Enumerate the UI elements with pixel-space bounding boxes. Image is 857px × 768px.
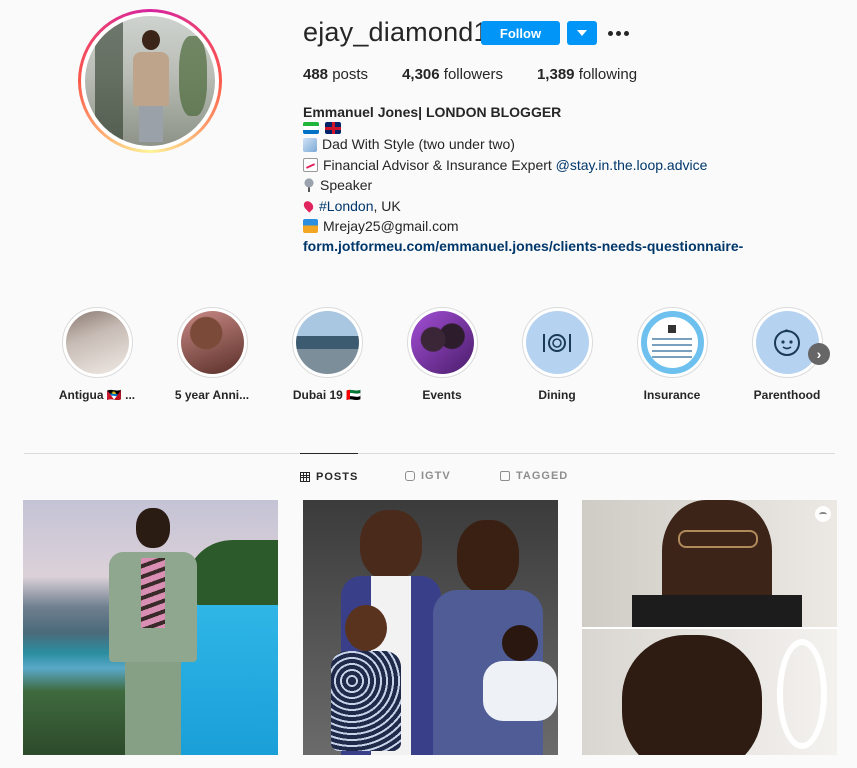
baby-face-icon xyxy=(773,328,801,356)
followers-count-value: 4,306 xyxy=(402,66,440,83)
bio-website-link[interactable]: form.jotformeu.com/emmanuel.jones/client… xyxy=(303,236,843,256)
tab-posts-label: POSTS xyxy=(316,470,359,483)
bio-full-name: Emmanuel Jones| LONDON BLOGGER xyxy=(303,104,562,120)
bio-line-location: #London , UK xyxy=(301,196,843,216)
baby-bottle-icon xyxy=(303,137,317,152)
highlight-cover xyxy=(755,311,819,374)
highlight-insurance[interactable]: Insurance xyxy=(617,307,727,402)
followers-count-label: followers xyxy=(443,66,503,83)
microphone-icon xyxy=(303,178,315,193)
profile-stats: 488 posts 4,306 followers 1,389 followin… xyxy=(303,66,671,83)
bio-dad-text: Dad With Style (two under two) xyxy=(322,136,515,153)
posts-count: 488 posts xyxy=(303,66,368,83)
sierra-leone-flag-icon xyxy=(303,122,319,135)
grid-icon xyxy=(300,471,310,482)
profile-username: ejay_diamond1 xyxy=(303,17,489,47)
avatar-photo xyxy=(85,16,215,146)
highlight-label: 5 year Anni... xyxy=(174,388,250,402)
bio-line-email: Mrejay25@gmail.com xyxy=(303,216,843,236)
chevron-right-icon: › xyxy=(816,346,822,362)
highlight-label: Insurance xyxy=(643,388,701,402)
plate-cutlery-icon xyxy=(543,333,571,352)
follow-button[interactable]: Follow xyxy=(481,21,560,45)
highlight-cover xyxy=(295,311,359,374)
post-thumbnail[interactable] xyxy=(303,500,558,755)
highlight-cover xyxy=(180,311,244,374)
highlight-anniversary[interactable]: 5 year Anni... xyxy=(157,307,267,402)
bio-location-text: , UK xyxy=(373,197,401,214)
highlight-cover xyxy=(65,311,129,374)
more-options-button[interactable] xyxy=(608,23,629,43)
bio-flags xyxy=(303,122,843,135)
post-thumbnail[interactable] xyxy=(23,500,278,755)
story-highlights: Antigua 🇦🇬 ... 5 year Anni... Dubai 19 🇦… xyxy=(0,307,857,407)
chart-increasing-icon xyxy=(303,158,318,173)
highlight-antigua[interactable]: Antigua 🇦🇬 ... xyxy=(42,307,152,402)
highlight-dubai[interactable]: Dubai 19 🇦🇪 xyxy=(272,307,382,402)
bio-line-financial: Financial Advisor & Insurance Expert @st… xyxy=(303,155,843,175)
bio-financial-text: Financial Advisor & Insurance Expert xyxy=(323,156,556,173)
highlight-label: Parenthood xyxy=(753,388,821,402)
highlight-cover xyxy=(640,311,704,374)
tab-tagged[interactable]: TAGGED xyxy=(500,453,568,499)
following-count-value: 1,389 xyxy=(536,66,575,83)
bio-line-speaker: Speaker xyxy=(303,175,843,195)
highlights-next-button[interactable]: › xyxy=(808,343,830,365)
highlight-cover xyxy=(410,311,474,374)
avatar-border xyxy=(81,12,219,150)
bio-mention-link[interactable]: @stay.in.the.loop.advice xyxy=(556,155,708,175)
igtv-icon xyxy=(405,471,415,481)
tab-posts[interactable]: POSTS xyxy=(300,453,359,499)
following-count[interactable]: 1,389 following xyxy=(537,66,637,83)
more-options-icon xyxy=(608,30,613,36)
posts-count-label: posts xyxy=(332,66,369,83)
tagged-icon xyxy=(500,471,510,481)
bio-hashtag-link[interactable]: #London xyxy=(319,196,374,216)
highlight-events[interactable]: Events xyxy=(387,307,497,402)
tab-tagged-label: TAGGED xyxy=(516,470,569,482)
highlight-label: Dining xyxy=(538,388,576,402)
bio-email-text: Mrejay25@gmail.com xyxy=(323,218,459,235)
highlight-label: Dubai 19 🇦🇪 xyxy=(292,388,362,402)
tab-igtv-label: IGTV xyxy=(421,470,451,482)
following-count-label: following xyxy=(578,66,638,83)
bio-speaker-text: Speaker xyxy=(320,177,373,194)
location-pin-icon xyxy=(301,199,316,213)
posts-count-value: 488 xyxy=(303,66,329,83)
profile-tabs: POSTS IGTV TAGGED xyxy=(0,453,857,499)
profile-bio: Emmanuel Jones| LONDON BLOGGER Dad With … xyxy=(301,102,843,257)
bio-line-dad: Dad With Style (two under two) xyxy=(303,134,843,154)
post-thumbnail[interactable] xyxy=(582,500,837,755)
highlight-dining[interactable]: Dining xyxy=(502,307,612,402)
profile-avatar[interactable] xyxy=(78,9,222,153)
video-call-icon xyxy=(815,506,831,522)
uk-flag-icon xyxy=(325,122,341,135)
highlight-cover xyxy=(525,311,589,374)
highlight-label: Antigua 🇦🇬 ... xyxy=(58,388,136,402)
inbox-tray-icon xyxy=(303,219,318,234)
chevron-down-icon xyxy=(577,30,587,36)
follow-dropdown-button[interactable] xyxy=(567,21,597,45)
tab-igtv[interactable]: IGTV xyxy=(405,453,451,499)
followers-count[interactable]: 4,306 followers xyxy=(402,66,503,83)
highlight-label: Events xyxy=(422,388,462,402)
